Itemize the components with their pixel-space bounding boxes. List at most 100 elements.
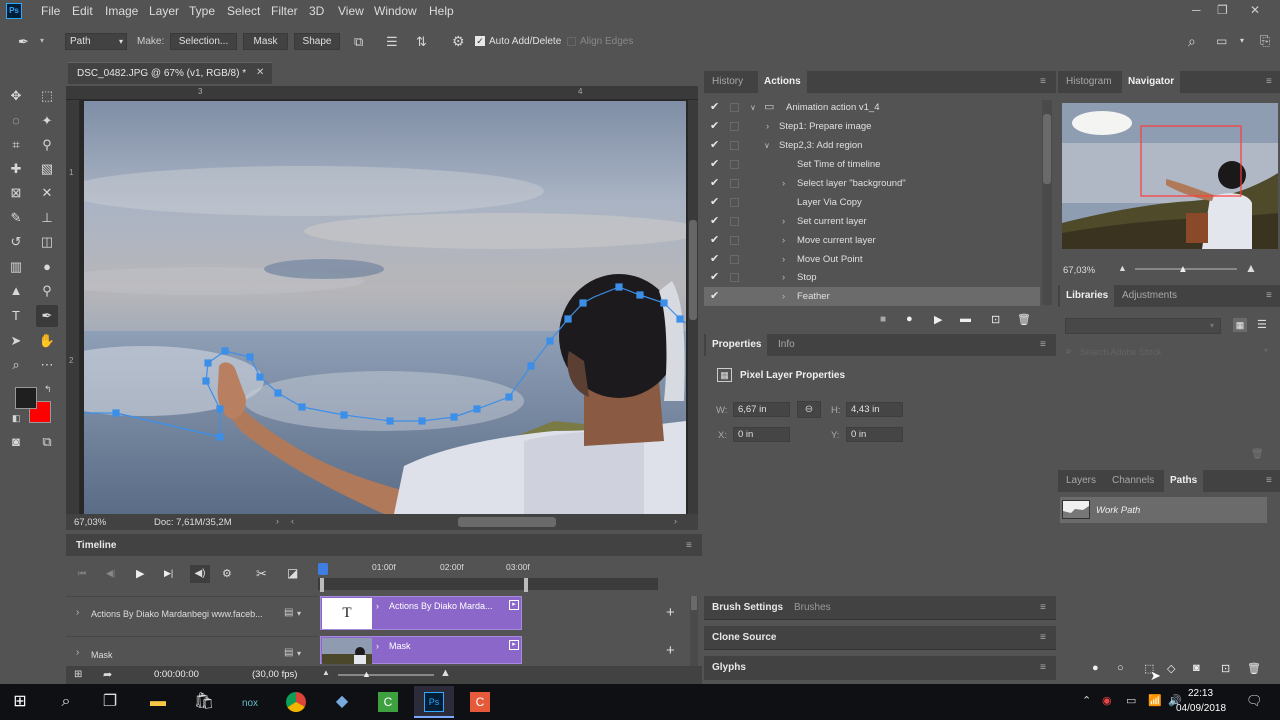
close-document-icon[interactable]: ✕ <box>256 67 264 78</box>
add-media-icon[interactable]: + <box>666 642 675 659</box>
check-icon[interactable]: ✔ <box>710 174 719 193</box>
play-icon[interactable]: ▶ <box>934 313 942 326</box>
make-selection-button[interactable]: Selection... <box>170 33 237 50</box>
tab-histogram[interactable]: Histogram <box>1060 71 1118 93</box>
tab-brush-settings[interactable]: Brush Settings <box>712 602 783 613</box>
library-select[interactable]: ▾ <box>1065 318 1221 334</box>
fill-path-icon[interactable]: ● <box>1092 662 1099 674</box>
action-center-icon[interactable]: 🗨 <box>1246 693 1263 709</box>
clone-source-collapsed[interactable]: Clone Source ≡ <box>704 626 1056 650</box>
work-area-bar[interactable] <box>318 578 658 590</box>
chevron-up-icon[interactable]: ⌃ <box>1082 694 1091 707</box>
hand-tool-icon[interactable]: ✋ <box>36 330 58 352</box>
trash-icon[interactable]: 🗑 <box>1247 662 1261 675</box>
path-row-work-path[interactable]: Work Path <box>1060 497 1267 523</box>
tab-actions[interactable]: Actions <box>758 71 807 93</box>
check-icon[interactable]: ✔ <box>710 98 719 117</box>
next-frame-icon[interactable]: ▶| <box>164 568 173 579</box>
panel-menu-icon[interactable]: ≡ <box>686 540 696 551</box>
tab-history[interactable]: History <box>706 71 749 93</box>
action-row[interactable]: ✔ › Select layer "background" <box>704 174 1040 193</box>
convert-to-frame-animation-icon[interactable]: ⊞ <box>74 669 82 680</box>
clock-date[interactable]: 04/09/2018 <box>1176 703 1226 714</box>
action-row[interactable]: ✔ › Move Out Point <box>704 250 1040 269</box>
panel-menu-icon[interactable]: ≡ <box>1040 662 1050 673</box>
scrollbar-thumb[interactable] <box>691 596 697 610</box>
camtasia-recorder-icon[interactable]: C <box>368 686 408 718</box>
go-to-first-frame-icon[interactable]: ⏮ <box>78 568 86 579</box>
check-icon[interactable]: ✔ <box>710 136 719 155</box>
content-aware-move-tool-icon[interactable]: ✕ <box>36 182 58 204</box>
check-icon[interactable]: ✔ <box>710 193 719 212</box>
marquee-tool-icon[interactable]: ⬚ <box>36 85 58 107</box>
panel-menu-icon[interactable]: ≡ <box>1266 475 1276 486</box>
canvas-image[interactable] <box>84 101 686 514</box>
timeline-clip[interactable]: › Mask ▸ <box>320 636 522 664</box>
close-icon[interactable]: ✕ <box>1250 3 1260 17</box>
foreground-color-swatch[interactable] <box>15 387 37 409</box>
zoom-out-timeline-icon[interactable]: ▲ <box>322 668 330 677</box>
check-icon[interactable]: ✔ <box>710 117 719 136</box>
gear-icon[interactable]: ⚙ <box>452 33 465 50</box>
dialog-toggle[interactable] <box>730 103 739 112</box>
panel-menu-icon[interactable]: ≡ <box>1266 76 1276 87</box>
chevron-down-icon[interactable]: ▾ <box>297 609 301 618</box>
scrollbar-thumb[interactable] <box>689 220 697 320</box>
tab-clone-source[interactable]: Clone Source <box>712 632 776 643</box>
file-explorer-icon[interactable]: ▬ <box>138 686 178 718</box>
stroke-path-icon[interactable]: ○ <box>1117 662 1124 674</box>
menu-help[interactable]: Help <box>429 4 454 18</box>
panel-menu-icon[interactable]: ≡ <box>1040 602 1050 613</box>
menu-file[interactable]: File <box>41 4 60 18</box>
search-icon[interactable]: ⌕ <box>1188 33 1196 50</box>
menu-layer[interactable]: Layer <box>149 4 179 18</box>
timeline-scrollbar[interactable] <box>690 596 698 666</box>
default-colors-icon[interactable]: ◧ <box>12 413 21 424</box>
history-brush-tool-icon[interactable]: ↺ <box>5 231 27 253</box>
healing-brush-tool-icon[interactable]: ✚ <box>5 158 27 180</box>
record-icon[interactable]: ● <box>906 313 913 325</box>
trash-icon[interactable]: 🗑 <box>1017 313 1031 326</box>
width-field[interactable]: 6,67 in <box>733 402 790 417</box>
timeline-clip[interactable]: T › Actions By Diako Marda... ▸ <box>320 596 522 630</box>
check-icon[interactable]: ✔ <box>710 231 719 250</box>
swap-colors-icon[interactable]: ↰ <box>44 384 52 395</box>
scrollbar-thumb[interactable] <box>1043 114 1051 184</box>
chevron-right-icon[interactable]: › <box>782 212 785 231</box>
panel-menu-icon[interactable]: ≡ <box>1040 76 1050 87</box>
chevron-right-icon[interactable]: › <box>376 601 379 611</box>
screen-mode-icon[interactable]: ⧉ <box>36 431 58 453</box>
make-work-path-icon[interactable]: ◇ <box>1167 662 1175 675</box>
store-icon[interactable]: 🛍 <box>184 686 224 718</box>
stop-icon[interactable]: ■ <box>880 314 886 325</box>
chevron-right-icon[interactable]: › <box>76 647 79 658</box>
tab-glyphs[interactable]: Glyphs <box>712 662 746 673</box>
eraser-tool-icon[interactable]: ◫ <box>36 231 58 253</box>
lasso-tool-icon[interactable]: ◌ <box>5 110 27 132</box>
tab-brushes[interactable]: Brushes <box>794 602 831 613</box>
work-area-start-handle[interactable] <box>320 578 324 592</box>
menu-view[interactable]: View <box>338 4 364 18</box>
brush-settings-collapsed[interactable]: Brush Settings Brushes ≡ <box>704 596 1056 620</box>
chrome-icon[interactable] <box>276 686 316 718</box>
patch-tool-icon[interactable]: ▧ <box>36 158 58 180</box>
eyedropper-tool-icon[interactable]: ⚲ <box>36 134 58 156</box>
navigator-thumbnail[interactable] <box>1062 103 1278 249</box>
tab-libraries[interactable]: Libraries <box>1060 285 1115 307</box>
dialog-toggle[interactable] <box>730 217 739 226</box>
scroll-left-icon[interactable]: ‹ <box>291 516 294 526</box>
menu-window[interactable]: Window <box>374 4 417 18</box>
action-row[interactable]: ✔ › Move current layer <box>704 231 1040 250</box>
zoom-tool-icon[interactable]: ⌕ <box>5 354 27 376</box>
chevron-down-icon[interactable]: ▾ <box>40 36 44 45</box>
add-mask-icon[interactable]: ◙ <box>1193 662 1200 674</box>
tab-navigator[interactable]: Navigator <box>1122 71 1181 93</box>
camtasia-studio-icon[interactable]: C <box>460 686 500 718</box>
chevron-right-icon[interactable]: › <box>376 641 379 651</box>
action-row[interactable]: ✔ › Set current layer <box>704 212 1040 231</box>
previous-frame-icon[interactable]: ◀| <box>106 568 115 579</box>
check-icon[interactable]: ✔ <box>710 287 719 306</box>
menu-type[interactable]: Type <box>189 4 215 18</box>
dialog-toggle[interactable] <box>730 273 739 282</box>
height-field[interactable]: 4,43 in <box>846 402 903 417</box>
